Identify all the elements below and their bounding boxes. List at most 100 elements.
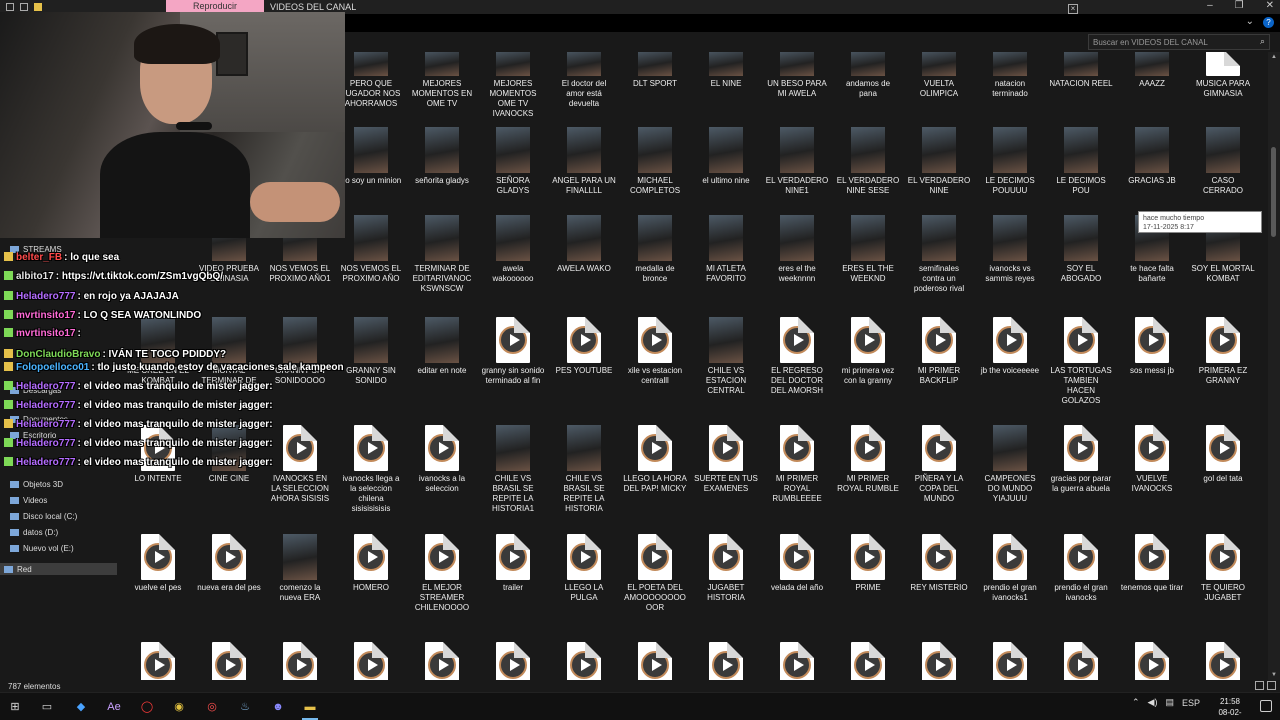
file-item[interactable]: HOMERO	[339, 534, 403, 593]
scroll-down-icon[interactable]: ▼	[1271, 672, 1277, 678]
file-item[interactable]: LLEGO LA HORA DEL PAP! MICKY	[623, 425, 687, 494]
file-item[interactable]: GRANNY SIN SONIDO	[339, 317, 403, 386]
notification-icon[interactable]	[1260, 700, 1272, 712]
file-item[interactable]	[694, 642, 758, 680]
file-item[interactable]	[836, 642, 900, 680]
file-item[interactable]: SEÑORA GLADYS	[481, 127, 545, 196]
file-item[interactable]: comenzo la nueva ERA	[268, 534, 332, 603]
file-item[interactable]: EL POETA DEL AMOOOOOOOOOOR	[623, 534, 687, 613]
properties-icon[interactable]	[6, 3, 14, 11]
chevron-down-icon[interactable]: ⌄	[1246, 16, 1254, 27]
file-item[interactable]: LE DECIMOS POUUUU	[978, 127, 1042, 196]
file-item[interactable]: GRACIAS JB	[1120, 127, 1184, 186]
file-item[interactable]	[907, 642, 971, 680]
file-item[interactable]: GRANNY SIN SONIDOOOO	[268, 317, 332, 386]
close-button[interactable]: ✕	[1266, 0, 1274, 11]
search-icon[interactable]: ⌕	[1260, 36, 1265, 47]
file-item[interactable]: nueva era del pes	[197, 534, 261, 593]
file-item[interactable]: ivanocks llega a la seleccion chilena si…	[339, 425, 403, 514]
file-item[interactable]: gracias por parar la guerra abuela	[1049, 425, 1113, 494]
file-item[interactable]: no soy un minion	[339, 127, 403, 186]
opera-icon[interactable]: ◯	[138, 698, 156, 716]
steam-icon[interactable]: ♨	[236, 698, 254, 716]
file-item[interactable]: natacion terminado	[978, 52, 1042, 99]
file-item[interactable]: semifinales contra un poderoso rival	[907, 215, 971, 294]
file-item[interactable]: LE DECIMOS POU	[1049, 127, 1113, 196]
nav-item-disco-c[interactable]: Disco local (C:)	[10, 510, 77, 522]
file-item[interactable]: vuelve el pes	[126, 534, 190, 593]
file-item[interactable]: SOY EL ABOGADO	[1049, 215, 1113, 284]
obs-icon[interactable]: ◎	[203, 698, 221, 716]
file-item[interactable]: granny sin sonido terminado al fin	[481, 317, 545, 386]
chevron-up-icon[interactable]: ⌃	[1132, 697, 1140, 708]
file-item[interactable]	[978, 642, 1042, 680]
file-item[interactable]: IVANOCKS EN LA SELECCION AHORA SISISIS	[268, 425, 332, 504]
file-item[interactable]: JUGABET HISTORIA	[694, 534, 758, 603]
file-item[interactable]	[268, 642, 332, 680]
search-input[interactable]: Buscar en VIDEOS DEL CANAL ⌕	[1088, 34, 1270, 50]
file-item[interactable]: CHILE VS BRASIL SE REPITE LA HISTORIA	[552, 425, 616, 514]
nav-item-objetos-3d[interactable]: Objetos 3D	[10, 478, 63, 490]
network-icon[interactable]: ▤	[1165, 697, 1174, 708]
file-item[interactable]: xile vs estacion centralll	[623, 317, 687, 386]
language-indicator[interactable]: ESP	[1182, 698, 1200, 708]
vertical-scrollbar[interactable]: ▲ ▼	[1268, 52, 1280, 680]
scrollbar-thumb[interactable]	[1271, 147, 1276, 237]
file-item[interactable]: PERO QUE JUGADOR NOS AHORRAMOS	[339, 52, 403, 109]
nav-item-videos[interactable]: Videos	[10, 494, 47, 506]
file-item[interactable]: SUERTE EN TUS EXAMENES	[694, 425, 758, 494]
file-item[interactable]: LO INTENTE	[126, 425, 190, 484]
file-item[interactable]: el ultimo nine	[694, 127, 758, 186]
file-item[interactable]: jb the voiceeeee	[978, 317, 1042, 376]
nav-item-nuevo-e[interactable]: Nuevo vol (E:)	[10, 542, 74, 554]
after-effects-icon[interactable]: Ae	[105, 698, 123, 716]
file-item[interactable]: EL VERDADERO NINE1	[765, 127, 829, 196]
file-item[interactable]: MICHAEL COMPLETOS	[623, 127, 687, 196]
file-item[interactable]: PES YOUTUBE	[552, 317, 616, 376]
file-item[interactable]: CASO CERRADO	[1191, 127, 1255, 196]
file-item[interactable]: DLT SPORT	[623, 52, 687, 89]
file-item[interactable]: AWELA WAKO	[552, 215, 616, 274]
file-item[interactable]: EL REGRESO DEL DOCTOR DEL AMORSH	[765, 317, 829, 396]
file-item[interactable]: señorita gladys	[410, 127, 474, 186]
file-item[interactable]: MUSICA PARA GIMNASIA	[1191, 52, 1255, 99]
file-item[interactable]: NATACION REEL	[1049, 52, 1113, 89]
maximize-button[interactable]: ❐	[1235, 0, 1244, 11]
folder-icon[interactable]	[34, 3, 42, 11]
file-item[interactable]: EL VERDADERO NINE SESE	[836, 127, 900, 196]
file-item[interactable]: MI PRIMER ROYAL RUMBLE	[836, 425, 900, 494]
file-item[interactable]: CINE CINE	[197, 425, 261, 484]
task-view-icon[interactable]: ▭	[38, 698, 56, 716]
scroll-up-icon[interactable]: ▲	[1271, 54, 1277, 60]
file-item[interactable]: UN BESO PARA MI AWELA	[765, 52, 829, 99]
nav-item-red[interactable]: Red	[0, 563, 117, 575]
file-item[interactable]: andamos de pana	[836, 52, 900, 99]
file-item[interactable]: MEJORES MOMENTOS OME TV IVANOCKS	[481, 52, 545, 119]
file-item[interactable]: MI PRIMER ROYAL RUMBLEEEE	[765, 425, 829, 504]
file-item[interactable]: TERMINAR DE EDITARIVANOCKSWNSCW	[410, 215, 474, 294]
file-item[interactable]	[765, 642, 829, 680]
file-item[interactable]	[1120, 642, 1184, 680]
new-file-icon[interactable]	[20, 3, 28, 11]
file-item[interactable]: ANGEL PARA UN FINALLLL	[552, 127, 616, 196]
file-item[interactable]: ivanocks a la seleccion	[410, 425, 474, 494]
file-item[interactable]: EL VERDADERO NINE	[907, 127, 971, 196]
file-item[interactable]	[481, 642, 545, 680]
file-item[interactable]: ivanocks vs sammis reyes	[978, 215, 1042, 284]
file-explorer-icon[interactable]: ▬	[301, 698, 319, 720]
file-item[interactable]: AAAZZ	[1120, 52, 1184, 89]
file-item[interactable]	[197, 642, 261, 680]
chrome-icon[interactable]: ◉	[170, 698, 188, 716]
file-item[interactable]: NOS VEMOS EL PROXIMO AÑO	[339, 215, 403, 284]
start-icon[interactable]: ⊞	[6, 698, 24, 716]
file-item[interactable]	[1191, 642, 1255, 680]
file-item[interactable]: mi primera vez con la granny	[836, 317, 900, 386]
file-item[interactable]	[623, 642, 687, 680]
file-item[interactable]: MEJORES MOMENTOS EN OME TV	[410, 52, 474, 109]
file-item[interactable]: TE QUIERO JUGABET	[1191, 534, 1255, 603]
file-item[interactable]: medalla de bronce	[623, 215, 687, 284]
file-item[interactable]: prendio el gran ivanocks1	[978, 534, 1042, 603]
file-item[interactable]: PRIMERA EZ GRANNY	[1191, 317, 1255, 386]
file-item[interactable]: CAMPEONES DO MUNDO YIAJUUU	[978, 425, 1042, 504]
file-item[interactable]: velada del año	[765, 534, 829, 593]
